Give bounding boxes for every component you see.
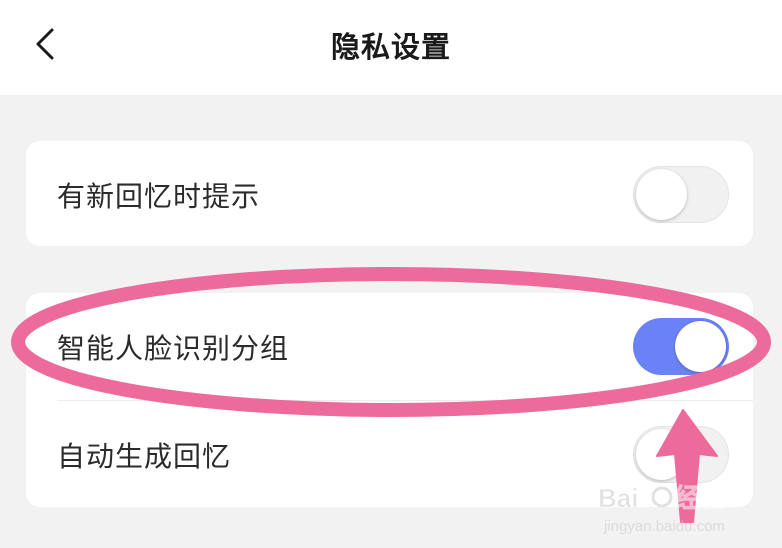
svg-text:jingyan.baidu.com: jingyan.baidu.com [603, 518, 725, 535]
setting-label: 智能人脸识别分组 [57, 332, 290, 365]
settings-card-notifications: 有新回忆时提示 [26, 141, 753, 246]
setting-row-new-memory-alert[interactable]: 有新回忆时提示 [26, 141, 753, 246]
toggle-knob [636, 169, 687, 220]
toggle-knob [675, 321, 726, 372]
settings-card-smart-features: 智能人脸识别分组 自动生成回忆 [26, 293, 753, 507]
setting-row-auto-memory[interactable]: 自动生成回忆 [26, 401, 753, 507]
page-title: 隐私设置 [330, 30, 451, 64]
setting-label: 有新回忆时提示 [57, 180, 261, 213]
face-grouping-toggle[interactable] [633, 318, 729, 375]
toggle-knob [636, 429, 687, 480]
new-memory-alert-toggle[interactable] [633, 166, 729, 223]
setting-label: 自动生成回忆 [57, 440, 232, 473]
setting-row-face-grouping[interactable]: 智能人脸识别分组 [26, 293, 753, 401]
auto-memory-toggle[interactable] [633, 426, 729, 483]
top-bar: 隐私设置 [0, 0, 782, 95]
